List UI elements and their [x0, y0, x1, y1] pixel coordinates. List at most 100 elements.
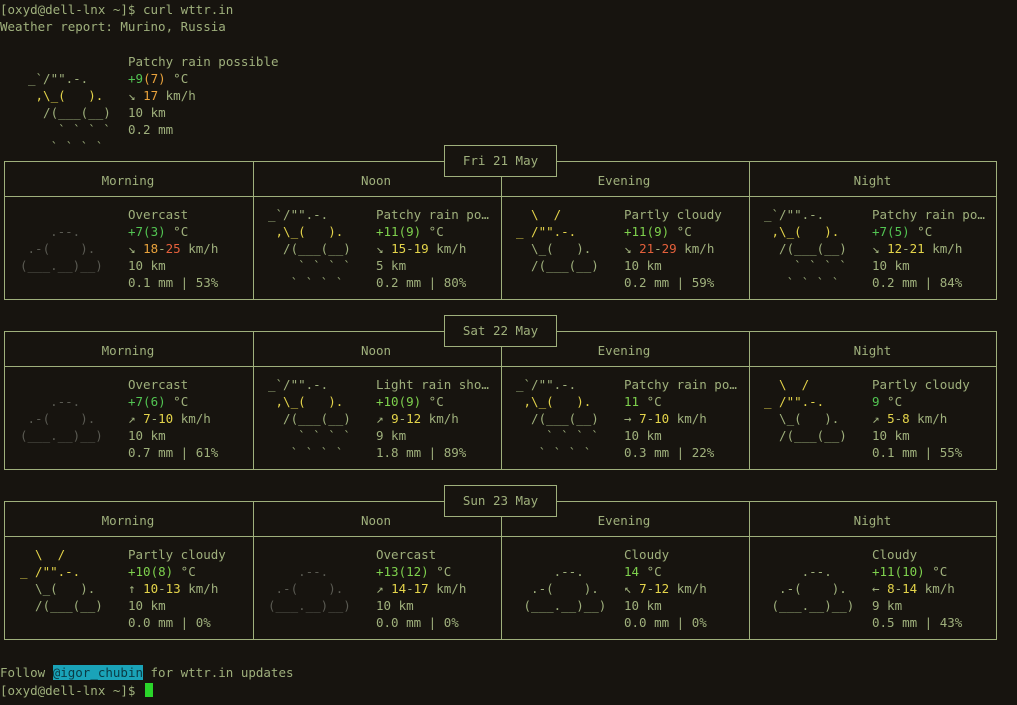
follow-line: Follow @igor_chubin for wttr.in updates: [0, 664, 294, 681]
wind-unit: km/h: [924, 241, 963, 256]
current-art-line-1: _`/"".-.: [28, 71, 111, 86]
column-header-morning: Morning: [101, 343, 155, 358]
wind-max: 19: [413, 241, 429, 256]
partly-cloudy-icon: \ / _ /"".-. \_( ). /(___(__): [764, 376, 854, 444]
art-line: ` ` ` `: [268, 428, 359, 443]
art-line: _ /"".-.: [20, 564, 111, 579]
wind-arrow: ↘: [376, 241, 392, 256]
period-condition: Cloudy: [624, 547, 670, 562]
wind-max: 21: [909, 241, 925, 256]
wind-min: 18: [143, 241, 159, 256]
current-temperature: +9(7) °C: [128, 70, 188, 87]
art-line: \_( ).: [516, 241, 607, 256]
wind-max: 12: [654, 581, 670, 596]
period-condition: Overcast: [376, 547, 437, 562]
art-line: \_( ).: [764, 411, 855, 426]
current-temp-main: +9: [128, 71, 144, 86]
temp-unit: °C: [879, 394, 903, 409]
period-condition: Partly cloudy: [872, 377, 970, 392]
current-rain-cloud-icon: _`/"".-. ,\_( ). /(___(__) ` ` ` ` ` ` `…: [28, 53, 118, 155]
period-wind: ↘ 18-25 km/h: [128, 240, 218, 257]
period-condition: Patchy rain po…: [376, 207, 489, 222]
period-temperature: +7(6) °C: [128, 393, 188, 410]
temp-value: +7(3): [128, 224, 166, 239]
wind-arrow: ↑: [128, 581, 144, 596]
art-line: _`/"".-.: [516, 377, 599, 392]
art-line: (___.__)__): [20, 428, 111, 443]
column-header-noon: Noon: [360, 343, 392, 358]
period-condition: Overcast: [128, 207, 189, 222]
current-condition: Patchy rain possible: [128, 54, 279, 69]
current-art-line-3: /(___(__): [28, 105, 119, 120]
rain-cloud-icon: _`/"".-. ,\_( ). /(___(__) ` ` ` ` ` ` `…: [516, 376, 606, 461]
period-wind: ↘ 21-29 km/h: [624, 240, 714, 257]
wind-dash: -: [894, 411, 903, 426]
art-line: \ /: [20, 547, 111, 562]
art-line: .--.: [20, 224, 111, 239]
temp-value: 14: [624, 564, 640, 579]
art-line: ,\_( ).: [764, 224, 855, 239]
wind-unit: km/h: [917, 581, 955, 596]
wind-max: 13: [165, 581, 181, 596]
period-condition: Cloudy: [872, 547, 918, 562]
wind-min: 9: [391, 411, 399, 426]
command-prompt[interactable]: [oxyd@dell-lnx ~]$: [0, 682, 153, 699]
art-line: .--.: [764, 564, 862, 579]
period-condition: Partly cloudy: [128, 547, 226, 562]
art-line: ` ` ` `: [764, 258, 855, 273]
current-wind-speed: 17: [143, 88, 159, 103]
wind-dash: -: [654, 241, 662, 256]
art-line: .--.: [20, 394, 111, 409]
wind-unit: km/h: [180, 241, 219, 256]
wind-min: 7: [639, 581, 647, 596]
art-line: .-( ).: [20, 411, 111, 426]
column-header-night: Night: [853, 343, 892, 358]
command-line: [oxyd@dell-lnx ~]$ curl wttr.in: [0, 2, 234, 17]
wind-min: 8: [887, 581, 895, 596]
current-temp-unit: °C: [165, 71, 189, 86]
wind-arrow: ↗: [872, 411, 888, 426]
column-header-night: Night: [853, 173, 892, 188]
art-line: (___.__)__): [764, 598, 862, 613]
current-art-line-4: ` ` ` `: [28, 122, 119, 137]
period-temperature: 14 °C: [624, 563, 662, 580]
period-temperature: +11(9) °C: [624, 223, 692, 240]
wind-unit: km/h: [669, 411, 707, 426]
rain-cloud-icon: _`/"".-. ,\_( ). /(___(__) ` ` ` ` ` ` `…: [764, 206, 854, 291]
wind-max: 10: [158, 411, 174, 426]
wind-unit: km/h: [669, 581, 707, 596]
art-line: .--.: [268, 564, 359, 579]
temp-value: 9: [872, 394, 880, 409]
period-condition: Overcast: [128, 377, 189, 392]
art-line: _`/"".-.: [268, 377, 351, 392]
period-visibility: 5 km: [376, 258, 407, 273]
art-line: .-( ).: [764, 581, 862, 596]
period-temperature: +7(5) °C: [872, 223, 932, 240]
current-wind-unit: km/h: [158, 88, 196, 103]
wind-dash: -: [158, 581, 166, 596]
period-visibility: 10 km: [624, 258, 662, 273]
current-wind: ↘ 17 km/h: [128, 87, 196, 104]
temp-value: +11(9): [376, 224, 422, 239]
period-visibility: 10 km: [376, 598, 414, 613]
temp-unit: °C: [421, 394, 444, 409]
period-wind: ↗ 5-8 km/h: [872, 410, 947, 427]
temp-value: +13(12): [376, 564, 429, 579]
art-line: ` ` ` `: [764, 275, 855, 290]
column-header-evening: Evening: [597, 173, 651, 188]
period-visibility: 9 km: [872, 598, 903, 613]
twitter-handle-link[interactable]: @igor_chubin: [52, 665, 143, 680]
current-temp-feels: (7): [143, 71, 166, 86]
wind-dash: -: [158, 241, 166, 256]
period-wind: ↗ 9-12 km/h: [376, 410, 459, 427]
period-precipitation: 0.2 mm | 59%: [624, 275, 715, 290]
rain-cloud-icon: _`/"".-. ,\_( ). /(___(__) ` ` ` ` ` ` `…: [268, 206, 358, 291]
temp-unit: °C: [165, 224, 189, 239]
art-line: (___.__)__): [268, 598, 359, 613]
partly-cloudy-icon: \ / _ /"".-. \_( ). /(___(__): [516, 206, 606, 274]
period-condition: Patchy rain po…: [624, 377, 737, 392]
wind-unit: km/h: [173, 411, 211, 426]
period-temperature: +11(9) °C: [376, 223, 444, 240]
wind-unit: km/h: [676, 241, 715, 256]
column-header-morning: Morning: [101, 513, 155, 528]
